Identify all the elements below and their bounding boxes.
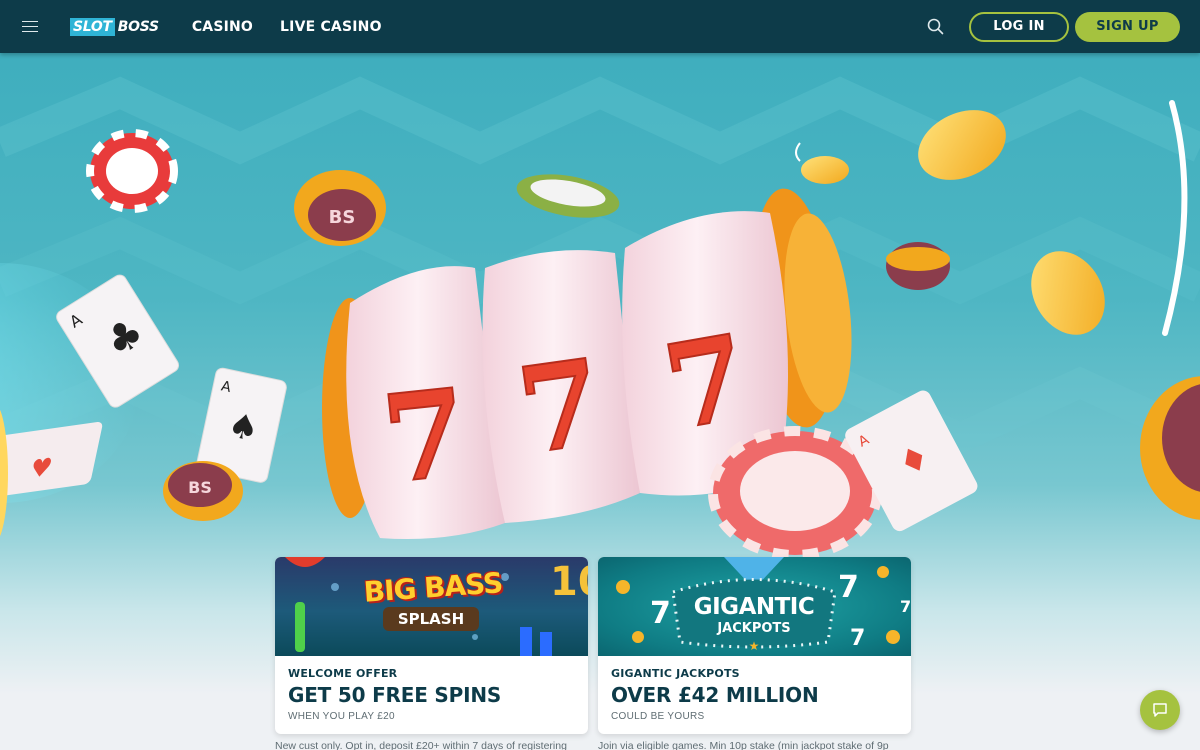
svg-text:7: 7 (376, 362, 474, 511)
promo-subtext: WHEN YOU PLAY £20 (288, 711, 395, 722)
svg-text:7: 7 (838, 570, 859, 605)
promo-subtext: COULD BE YOURS (611, 711, 705, 722)
promo-terms: Join via eligible games. Min 10p stake (… (598, 740, 889, 750)
menu-button[interactable] (0, 0, 60, 53)
promo-kicker: GIGANTIC JACKPOTS (611, 667, 740, 680)
svg-text:★: ★ (749, 639, 760, 653)
nav-live-casino[interactable]: LIVE CASINO (280, 19, 382, 35)
poker-chip-green (516, 174, 620, 218)
chat-icon (1153, 703, 1167, 717)
promo-card-welcome[interactable]: 10 BIG BASS SPLASH WELCOME OFFER GET 50 … (275, 557, 588, 734)
logo-boss-text: BOSS (117, 18, 159, 35)
promo-terms: New cust only. Opt in, deposit £20+ with… (275, 740, 567, 750)
svg-text:7: 7 (850, 626, 865, 651)
promo-banner-big-bass: 10 BIG BASS SPLASH (275, 557, 588, 656)
logo-slot-text: SLOT (70, 17, 115, 36)
main-nav: CASINO LIVE CASINO (192, 19, 382, 35)
svg-text:BS: BS (329, 207, 356, 228)
login-button[interactable]: LOG IN (969, 11, 1069, 42)
promo-headline: GET 50 FREE SPINS (288, 683, 502, 707)
promo-headline: OVER £42 MILLION (611, 683, 819, 707)
site-logo[interactable]: SLOT BOSS (70, 17, 159, 36)
poker-chip-bs-small: BS (163, 461, 243, 521)
search-button[interactable] (917, 9, 953, 45)
svg-text:BS: BS (188, 478, 212, 497)
svg-text:7: 7 (900, 597, 911, 616)
promo-card-jackpots[interactable]: 7 7 7 7 ★ GIGANTIC JACKPOTS GIGANTIC JAC… (598, 557, 911, 734)
search-icon (927, 18, 943, 35)
poker-chip-partial (1140, 376, 1200, 520)
gigantic-title: GIGANTIC (693, 594, 815, 620)
svg-text:10: 10 (550, 559, 588, 605)
big-bass-subtitle: SPLASH (397, 610, 465, 628)
top-nav-bar: SLOT BOSS CASINO LIVE CASINO LOG IN SIGN… (0, 0, 1200, 53)
gigantic-subtitle: JACKPOTS (717, 621, 791, 636)
gold-coins (795, 100, 1188, 336)
hamburger-icon (22, 20, 38, 33)
nav-casino[interactable]: CASINO (192, 19, 253, 35)
signup-button[interactable]: SIGN UP (1075, 11, 1180, 42)
poker-chip-red (86, 129, 178, 213)
promo-kicker: WELCOME OFFER (288, 667, 398, 680)
poker-chip-bs: BS (294, 170, 386, 246)
svg-text:7: 7 (650, 596, 671, 631)
chat-button[interactable] (1140, 690, 1180, 730)
header-actions: LOG IN SIGN UP (917, 9, 1200, 45)
promo-banner-gigantic: 7 7 7 7 ★ GIGANTIC JACKPOTS (598, 557, 911, 656)
